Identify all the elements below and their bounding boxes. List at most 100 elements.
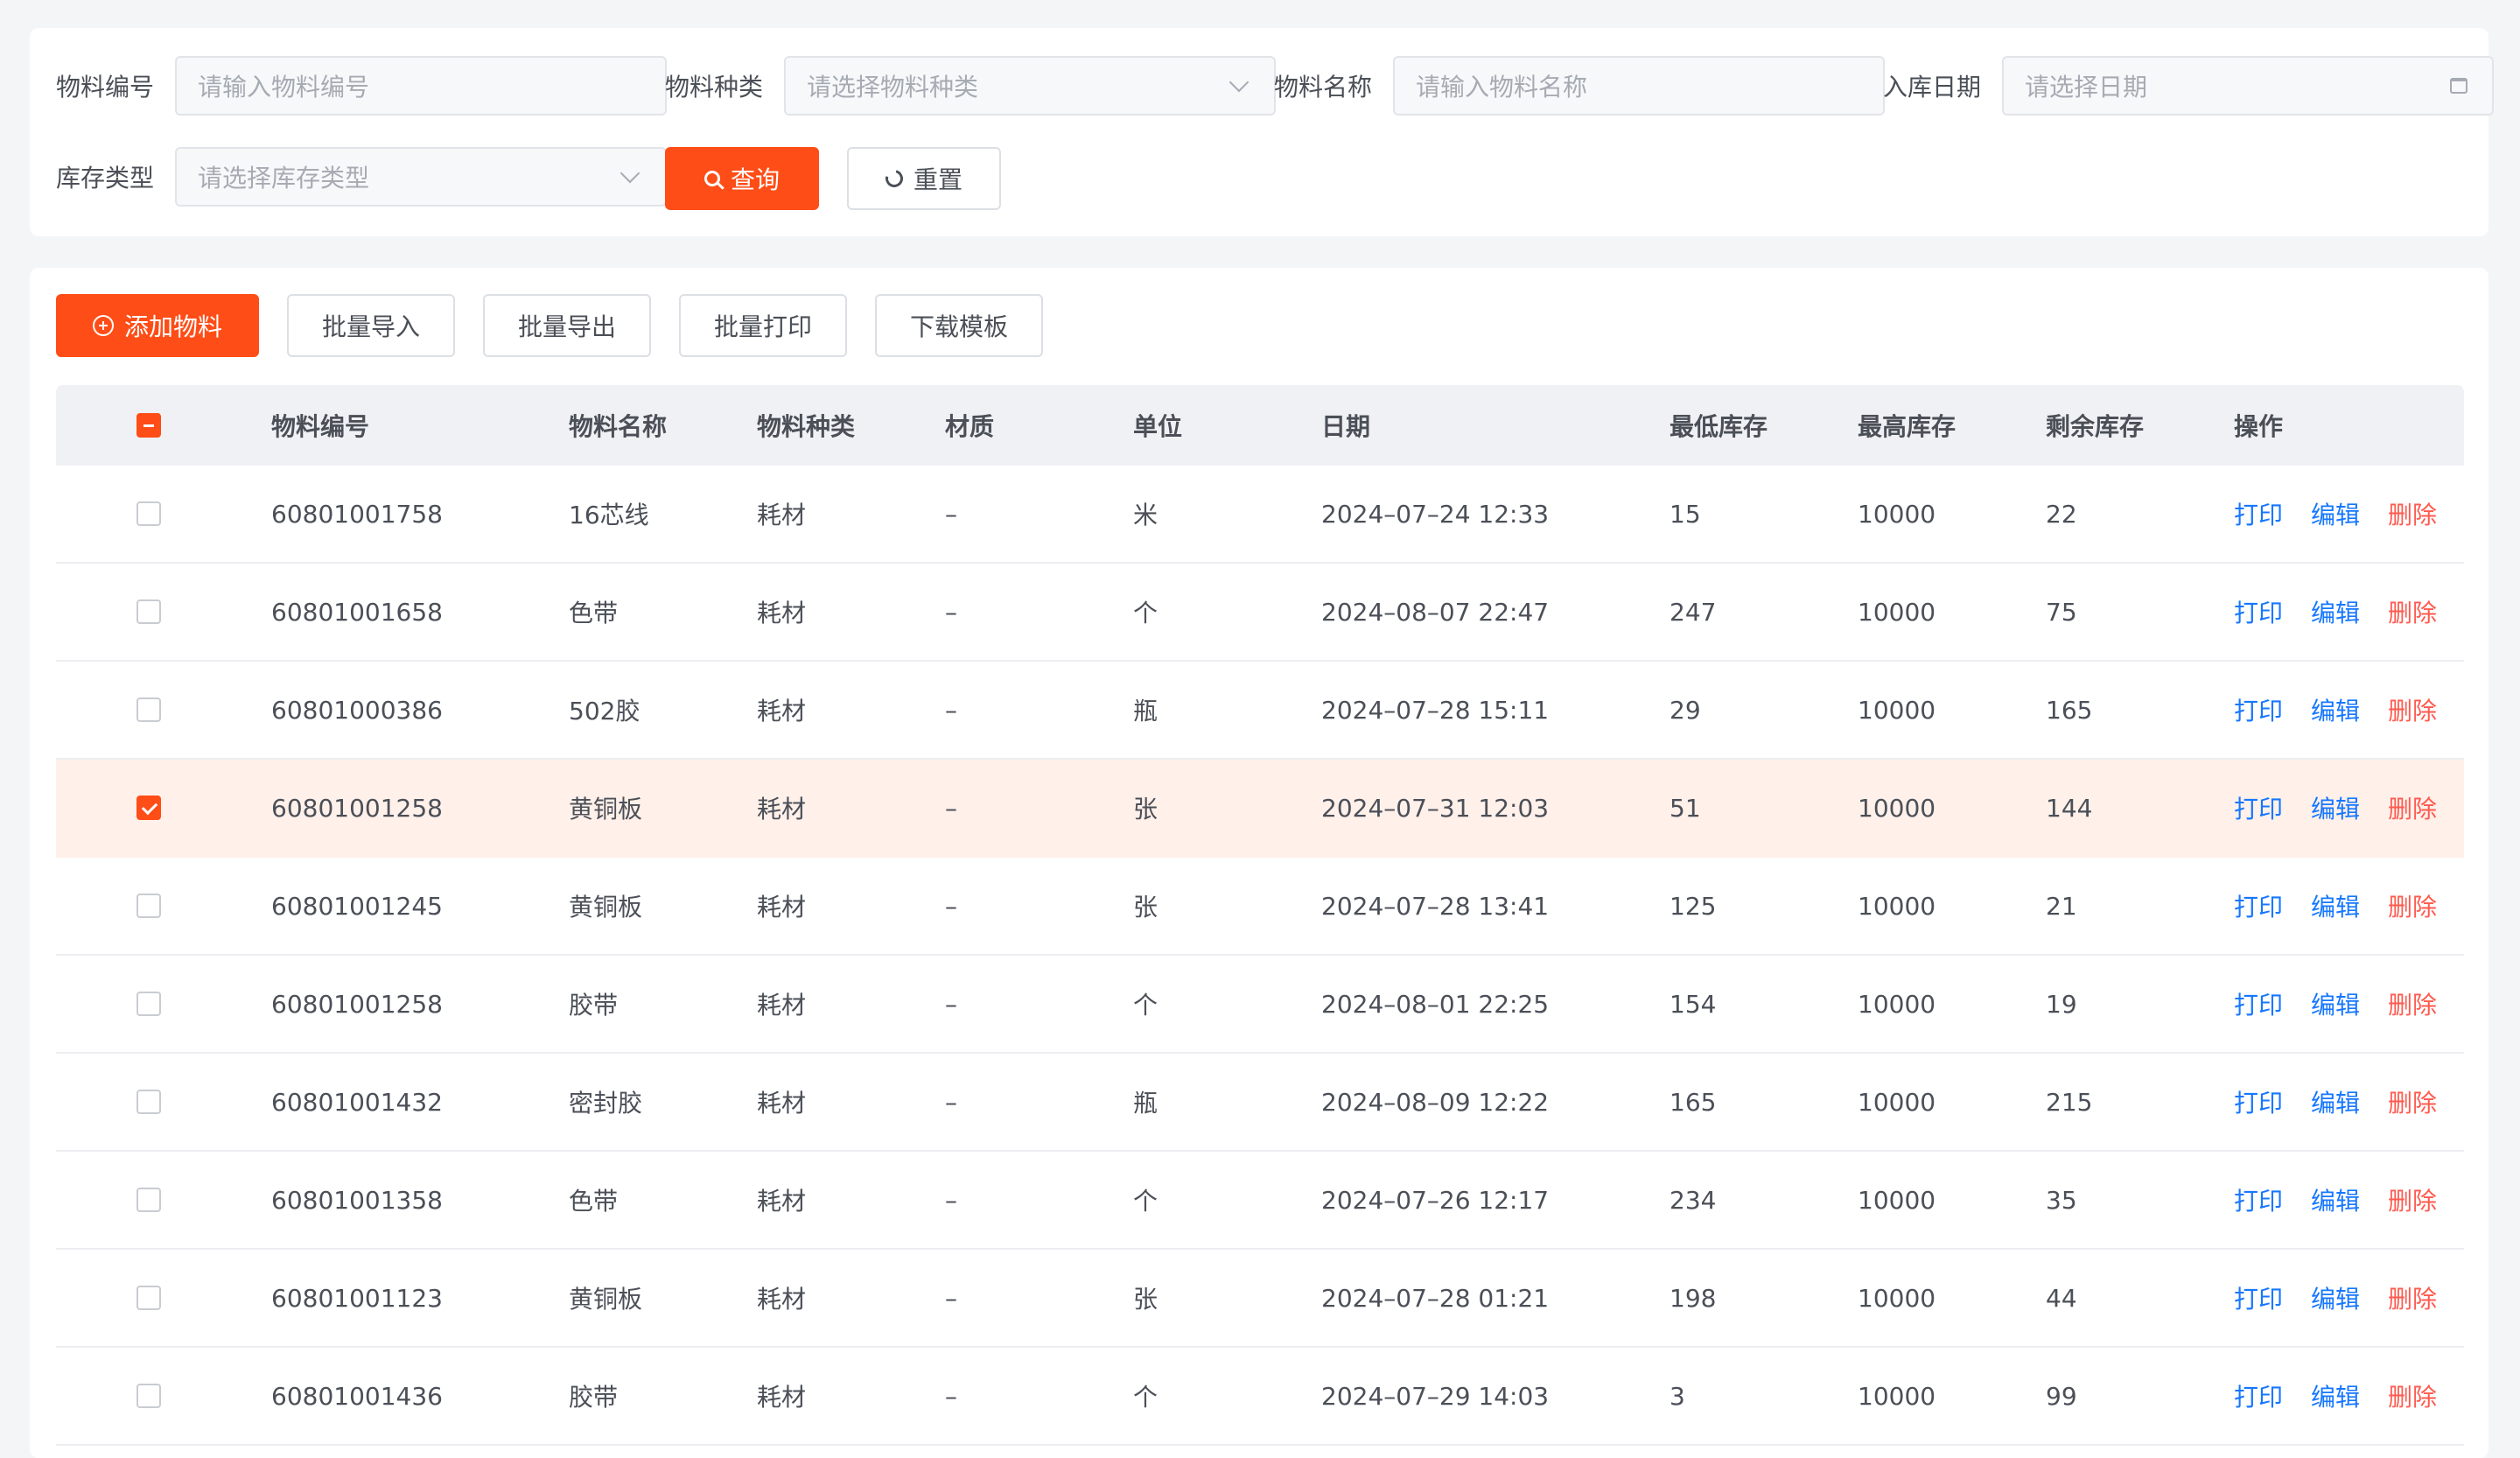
- cell-date: 2024–07–31 12:03: [1321, 793, 1550, 823]
- print-link[interactable]: 打印: [2234, 1378, 2283, 1413]
- actions-cell: 打印 编辑 删除: [2234, 1348, 2465, 1444]
- table-row[interactable]: 60801001658 色带 耗材 – 个 2024–08–07 22:47 247 1000…: [56, 564, 2464, 662]
- edit-link[interactable]: 编辑: [2311, 1378, 2360, 1413]
- cell-type: 耗材: [757, 991, 807, 1020]
- row-checkbox[interactable]: [136, 1188, 161, 1212]
- print-link[interactable]: 打印: [2234, 790, 2283, 825]
- cell-min: 165: [1670, 1087, 1717, 1117]
- stock-type-select[interactable]: 请选择库存类型: [175, 147, 667, 207]
- cell-unit: 个: [1133, 1187, 1158, 1216]
- row-checkbox[interactable]: [136, 697, 161, 722]
- delete-link[interactable]: 删除: [2388, 1378, 2437, 1413]
- cell-code: 60801001123: [271, 1283, 443, 1313]
- edit-link[interactable]: 编辑: [2311, 594, 2360, 629]
- row-checkbox[interactable]: [136, 796, 161, 820]
- table-row[interactable]: 60801001123 黄铜板 耗材 – 张 2024–07–28 01:21 198 100…: [56, 1250, 2464, 1348]
- actions-cell: 打印 编辑 删除: [2234, 1054, 2465, 1150]
- cell-max: 10000: [1858, 695, 1936, 725]
- stock-type-label: 库存类型: [56, 164, 155, 193]
- cell-code: 60801001258: [271, 989, 443, 1019]
- cell-max: 10000: [1858, 793, 1936, 823]
- row-checkbox[interactable]: [136, 501, 161, 526]
- batch-import-button[interactable]: 批量导入: [287, 294, 455, 357]
- table-row[interactable]: 60801001245 黄铜板 耗材 – 张 2024–07–28 13:41 125 100…: [56, 858, 2464, 956]
- col-min-stock: 最低库存: [1670, 412, 1768, 441]
- cell-type: 耗材: [757, 697, 807, 725]
- delete-link[interactable]: 删除: [2388, 1280, 2437, 1315]
- delete-link[interactable]: 删除: [2388, 986, 2437, 1021]
- delete-link[interactable]: 删除: [2388, 594, 2437, 629]
- cell-name: 黄铜板: [569, 795, 643, 824]
- print-link[interactable]: 打印: [2234, 692, 2283, 727]
- name-input[interactable]: 请输入物料名称: [1393, 56, 1885, 116]
- row-checkbox[interactable]: [136, 599, 161, 624]
- cell-code: 60801001245: [271, 891, 443, 921]
- row-select-cell: [136, 858, 161, 954]
- row-checkbox[interactable]: [136, 1384, 161, 1408]
- table-row[interactable]: 60801001358 色带 耗材 – 个 2024–07–26 12:17 234 1000…: [56, 1152, 2464, 1250]
- table-row[interactable]: 60801001258 胶带 耗材 – 个 2024–08–01 22:25 154 1000…: [56, 956, 2464, 1054]
- name-label: 物料名称: [1274, 73, 1373, 102]
- cell-date: 2024–07–28 01:21: [1321, 1283, 1550, 1313]
- table-row[interactable]: 60801001432 密封胶 耗材 – 瓶 2024–08–09 12:22 165 100…: [56, 1054, 2464, 1152]
- cell-remain: 165: [2046, 695, 2093, 725]
- cell-remain: 21: [2046, 891, 2077, 921]
- cell-date: 2024–08–01 22:25: [1321, 989, 1550, 1019]
- row-checkbox[interactable]: [136, 1090, 161, 1114]
- reset-button-label: 重置: [913, 165, 962, 194]
- cell-material: –: [945, 695, 957, 725]
- cell-name: 16芯线: [569, 501, 649, 529]
- batch-export-button[interactable]: 批量导出: [483, 294, 651, 357]
- cell-min: 198: [1670, 1283, 1717, 1313]
- table-row[interactable]: 60801000386 502胶 耗材 – 瓶 2024–07–28 15:11 29 100…: [56, 662, 2464, 760]
- delete-link[interactable]: 删除: [2388, 496, 2437, 531]
- delete-link[interactable]: 删除: [2388, 692, 2437, 727]
- row-checkbox[interactable]: [136, 992, 161, 1016]
- edit-link[interactable]: 编辑: [2311, 692, 2360, 727]
- print-link[interactable]: 打印: [2234, 1280, 2283, 1315]
- add-material-button[interactable]: 添加物料: [56, 294, 259, 357]
- add-material-label: 添加物料: [123, 312, 222, 341]
- delete-link[interactable]: 删除: [2388, 790, 2437, 825]
- query-button[interactable]: 查询: [665, 147, 819, 210]
- row-checkbox[interactable]: [136, 1286, 161, 1310]
- cell-material: –: [945, 1185, 957, 1215]
- delete-link[interactable]: 删除: [2388, 1182, 2437, 1217]
- edit-link[interactable]: 编辑: [2311, 1182, 2360, 1217]
- row-select-cell: [136, 564, 161, 660]
- code-input[interactable]: 请输入物料编号: [175, 56, 667, 116]
- edit-link[interactable]: 编辑: [2311, 496, 2360, 531]
- cell-remain: 19: [2046, 989, 2077, 1019]
- select-all-checkbox[interactable]: [136, 413, 161, 438]
- row-select-cell: [136, 760, 161, 856]
- print-link[interactable]: 打印: [2234, 888, 2283, 923]
- table-row[interactable]: 60801001258 黄铜板 耗材 – 张 2024–07–31 12:03 51 1000…: [56, 760, 2464, 858]
- col-actions: 操作: [2234, 412, 2284, 441]
- chevron-down-icon: [620, 163, 640, 184]
- date-picker[interactable]: 请选择日期: [2002, 56, 2494, 116]
- edit-link[interactable]: 编辑: [2311, 888, 2360, 923]
- cell-type: 耗材: [757, 1383, 807, 1412]
- edit-link[interactable]: 编辑: [2311, 1084, 2360, 1119]
- delete-link[interactable]: 删除: [2388, 1084, 2437, 1119]
- batch-print-button[interactable]: 批量打印: [679, 294, 847, 357]
- table-row[interactable]: 60801001436 胶带 耗材 – 个 2024–07–29 14:03 3 10000 9…: [56, 1348, 2464, 1446]
- edit-link[interactable]: 编辑: [2311, 1280, 2360, 1315]
- print-link[interactable]: 打印: [2234, 1084, 2283, 1119]
- type-select[interactable]: 请选择物料种类: [784, 56, 1276, 116]
- edit-link[interactable]: 编辑: [2311, 986, 2360, 1021]
- table-row[interactable]: 60801001758 16芯线 耗材 – 米 2024–07–24 12:33 15 100…: [56, 466, 2464, 564]
- print-link[interactable]: 打印: [2234, 594, 2283, 629]
- cell-min: 51: [1670, 793, 1701, 823]
- print-link[interactable]: 打印: [2234, 986, 2283, 1021]
- row-checkbox[interactable]: [136, 894, 161, 918]
- print-link[interactable]: 打印: [2234, 1182, 2283, 1217]
- reset-button[interactable]: 重置: [847, 147, 1001, 210]
- cell-max: 10000: [1858, 499, 1936, 529]
- print-link[interactable]: 打印: [2234, 496, 2283, 531]
- download-template-button[interactable]: 下载模板: [875, 294, 1043, 357]
- edit-link[interactable]: 编辑: [2311, 790, 2360, 825]
- delete-link[interactable]: 删除: [2388, 888, 2437, 923]
- cell-material: –: [945, 1381, 957, 1411]
- name-placeholder: 请输入物料名称: [1416, 73, 1588, 102]
